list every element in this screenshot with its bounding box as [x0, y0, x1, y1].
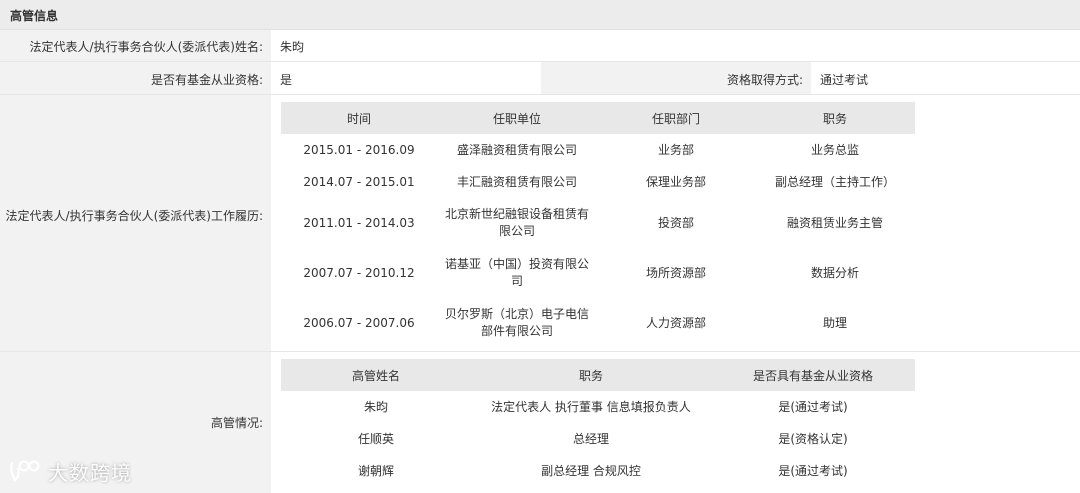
work-history-header-cell: 时间 — [281, 102, 437, 134]
table-row: 任顺英 总经理 是(资格认定) — [281, 423, 915, 455]
table-cell: 北京新世纪融银设备租赁有限公司 — [444, 207, 589, 238]
table-cell: 数据分析 — [810, 265, 859, 280]
table-row: 2011.01 - 2014.03 北京新世纪融银设备租赁有限公司 投资部 融资… — [281, 198, 915, 248]
executives-header-cell: 是否具有基金从业资格 — [711, 359, 915, 391]
table-row: 谢朝辉 副总经理 合规风控 是(通过考试) — [281, 455, 915, 487]
work-history-label: 法定代表人/执行事务合伙人(委派代表)工作履历: — [5, 209, 263, 223]
qualification-method-value: 通过考试 — [820, 73, 869, 87]
table-cell: 副总经理 合规风控 — [541, 463, 641, 478]
table-cell: 是(通过考试) — [778, 399, 848, 414]
qualification-value: 是 — [280, 73, 293, 87]
table-cell: 法定代表人 执行董事 信息填报负责人 — [491, 399, 691, 414]
table-cell: 保理业务部 — [645, 174, 706, 189]
work-history-header-cell: 任职部门 — [597, 102, 755, 134]
executives-header-row: 高管姓名 职务 是否具有基金从业资格 — [281, 359, 915, 391]
work-history-label-cell: 法定代表人/执行事务合伙人(委派代表)工作履历: — [0, 95, 271, 351]
table-cell: 贝尔罗斯（北京）电子电信部件有限公司 — [444, 307, 589, 338]
table-row: 朱昀 法定代表人 执行董事 信息填报负责人 是(通过考试) — [281, 391, 915, 423]
table-cell: 丰汇融资租赁有限公司 — [456, 174, 577, 189]
watermark: 大数跨境 — [8, 456, 148, 486]
legal-rep-label: 法定代表人/执行事务合伙人(委派代表)姓名: — [29, 40, 263, 54]
table-cell: 2007.07 - 2010.12 — [303, 265, 415, 280]
table-cell: 任顺英 — [357, 431, 394, 446]
executives-row: 高管情况: 高管姓名 职务 是否具有基金从业资格 朱昀 法定代表人 执行董事 信… — [0, 352, 1080, 493]
legal-rep-label-cell: 法定代表人/执行事务合伙人(委派代表)姓名: — [0, 30, 271, 61]
qualification-method-label: 资格取得方式: — [726, 73, 803, 87]
table-cell: 总经理 — [572, 431, 609, 446]
table-cell: 人力资源部 — [645, 315, 706, 330]
table-cell: 2011.01 - 2014.03 — [303, 215, 415, 230]
section-header: 高管信息 — [0, 0, 1080, 30]
table-row: 2006.07 - 2007.06 贝尔罗斯（北京）电子电信部件有限公司 人力资… — [281, 298, 915, 348]
table-row: 2007.07 - 2010.12 诺基亚（中国）投资有限公司 场所资源部 数据… — [281, 248, 915, 298]
table-cell: 谢朝辉 — [357, 463, 394, 478]
table-cell: 盛泽融资租赁有限公司 — [456, 142, 577, 157]
work-history-header-row: 时间 任职单位 任职部门 职务 — [281, 102, 915, 134]
qualification-method-label-cell: 资格取得方式: — [541, 62, 811, 94]
qualification-label: 是否有基金从业资格: — [150, 73, 263, 87]
table-cell: 业务部 — [657, 142, 694, 157]
section-title: 高管信息 — [10, 9, 59, 23]
table-cell: 2006.07 - 2007.06 — [303, 315, 415, 330]
executives-table: 高管姓名 职务 是否具有基金从业资格 朱昀 法定代表人 执行董事 信息填报负责人… — [281, 359, 915, 487]
table-cell: 场所资源部 — [645, 265, 706, 280]
table-cell: 融资租赁业务主管 — [786, 215, 883, 230]
table-cell: 投资部 — [657, 215, 694, 230]
table-cell: 2015.01 - 2016.09 — [303, 142, 415, 157]
table-cell: 副总经理（主持工作） — [774, 174, 895, 189]
work-history-row: 法定代表人/执行事务合伙人(委派代表)工作履历: 时间 任职单位 任职部门 职务… — [0, 95, 1080, 352]
executives-header-cell: 高管姓名 — [281, 359, 471, 391]
table-cell: 助理 — [822, 315, 847, 330]
table-cell: 业务总监 — [810, 142, 859, 157]
executives-header-cell: 职务 — [471, 359, 711, 391]
work-history-header-cell: 职务 — [755, 102, 915, 134]
work-history-header-cell: 任职单位 — [437, 102, 597, 134]
table-row: 2014.07 - 2015.01 丰汇融资租赁有限公司 保理业务部 副总经理（… — [281, 166, 915, 198]
qualification-row: 是否有基金从业资格: 是 资格取得方式: 通过考试 — [0, 62, 1080, 95]
watermark-text: 大数跨境 — [48, 461, 132, 485]
table-cell: 朱昀 — [363, 399, 388, 414]
table-cell: 是(通过考试) — [778, 463, 848, 478]
legal-rep-value: 朱昀 — [280, 40, 305, 54]
legal-rep-row: 法定代表人/执行事务合伙人(委派代表)姓名: 朱昀 — [0, 30, 1080, 62]
brand-logo-icon — [10, 460, 40, 482]
table-cell: 2014.07 - 2015.01 — [303, 174, 415, 189]
work-history-table: 时间 任职单位 任职部门 职务 2015.01 - 2016.09 盛泽融资租赁… — [281, 102, 915, 348]
qualification-label-cell: 是否有基金从业资格: — [0, 62, 271, 94]
table-cell: 诺基亚（中国）投资有限公司 — [444, 257, 589, 288]
table-row: 2015.01 - 2016.09 盛泽融资租赁有限公司 业务部 业务总监 — [281, 134, 915, 166]
table-cell: 是(资格认定) — [778, 431, 848, 446]
executives-label: 高管情况: — [210, 416, 263, 430]
